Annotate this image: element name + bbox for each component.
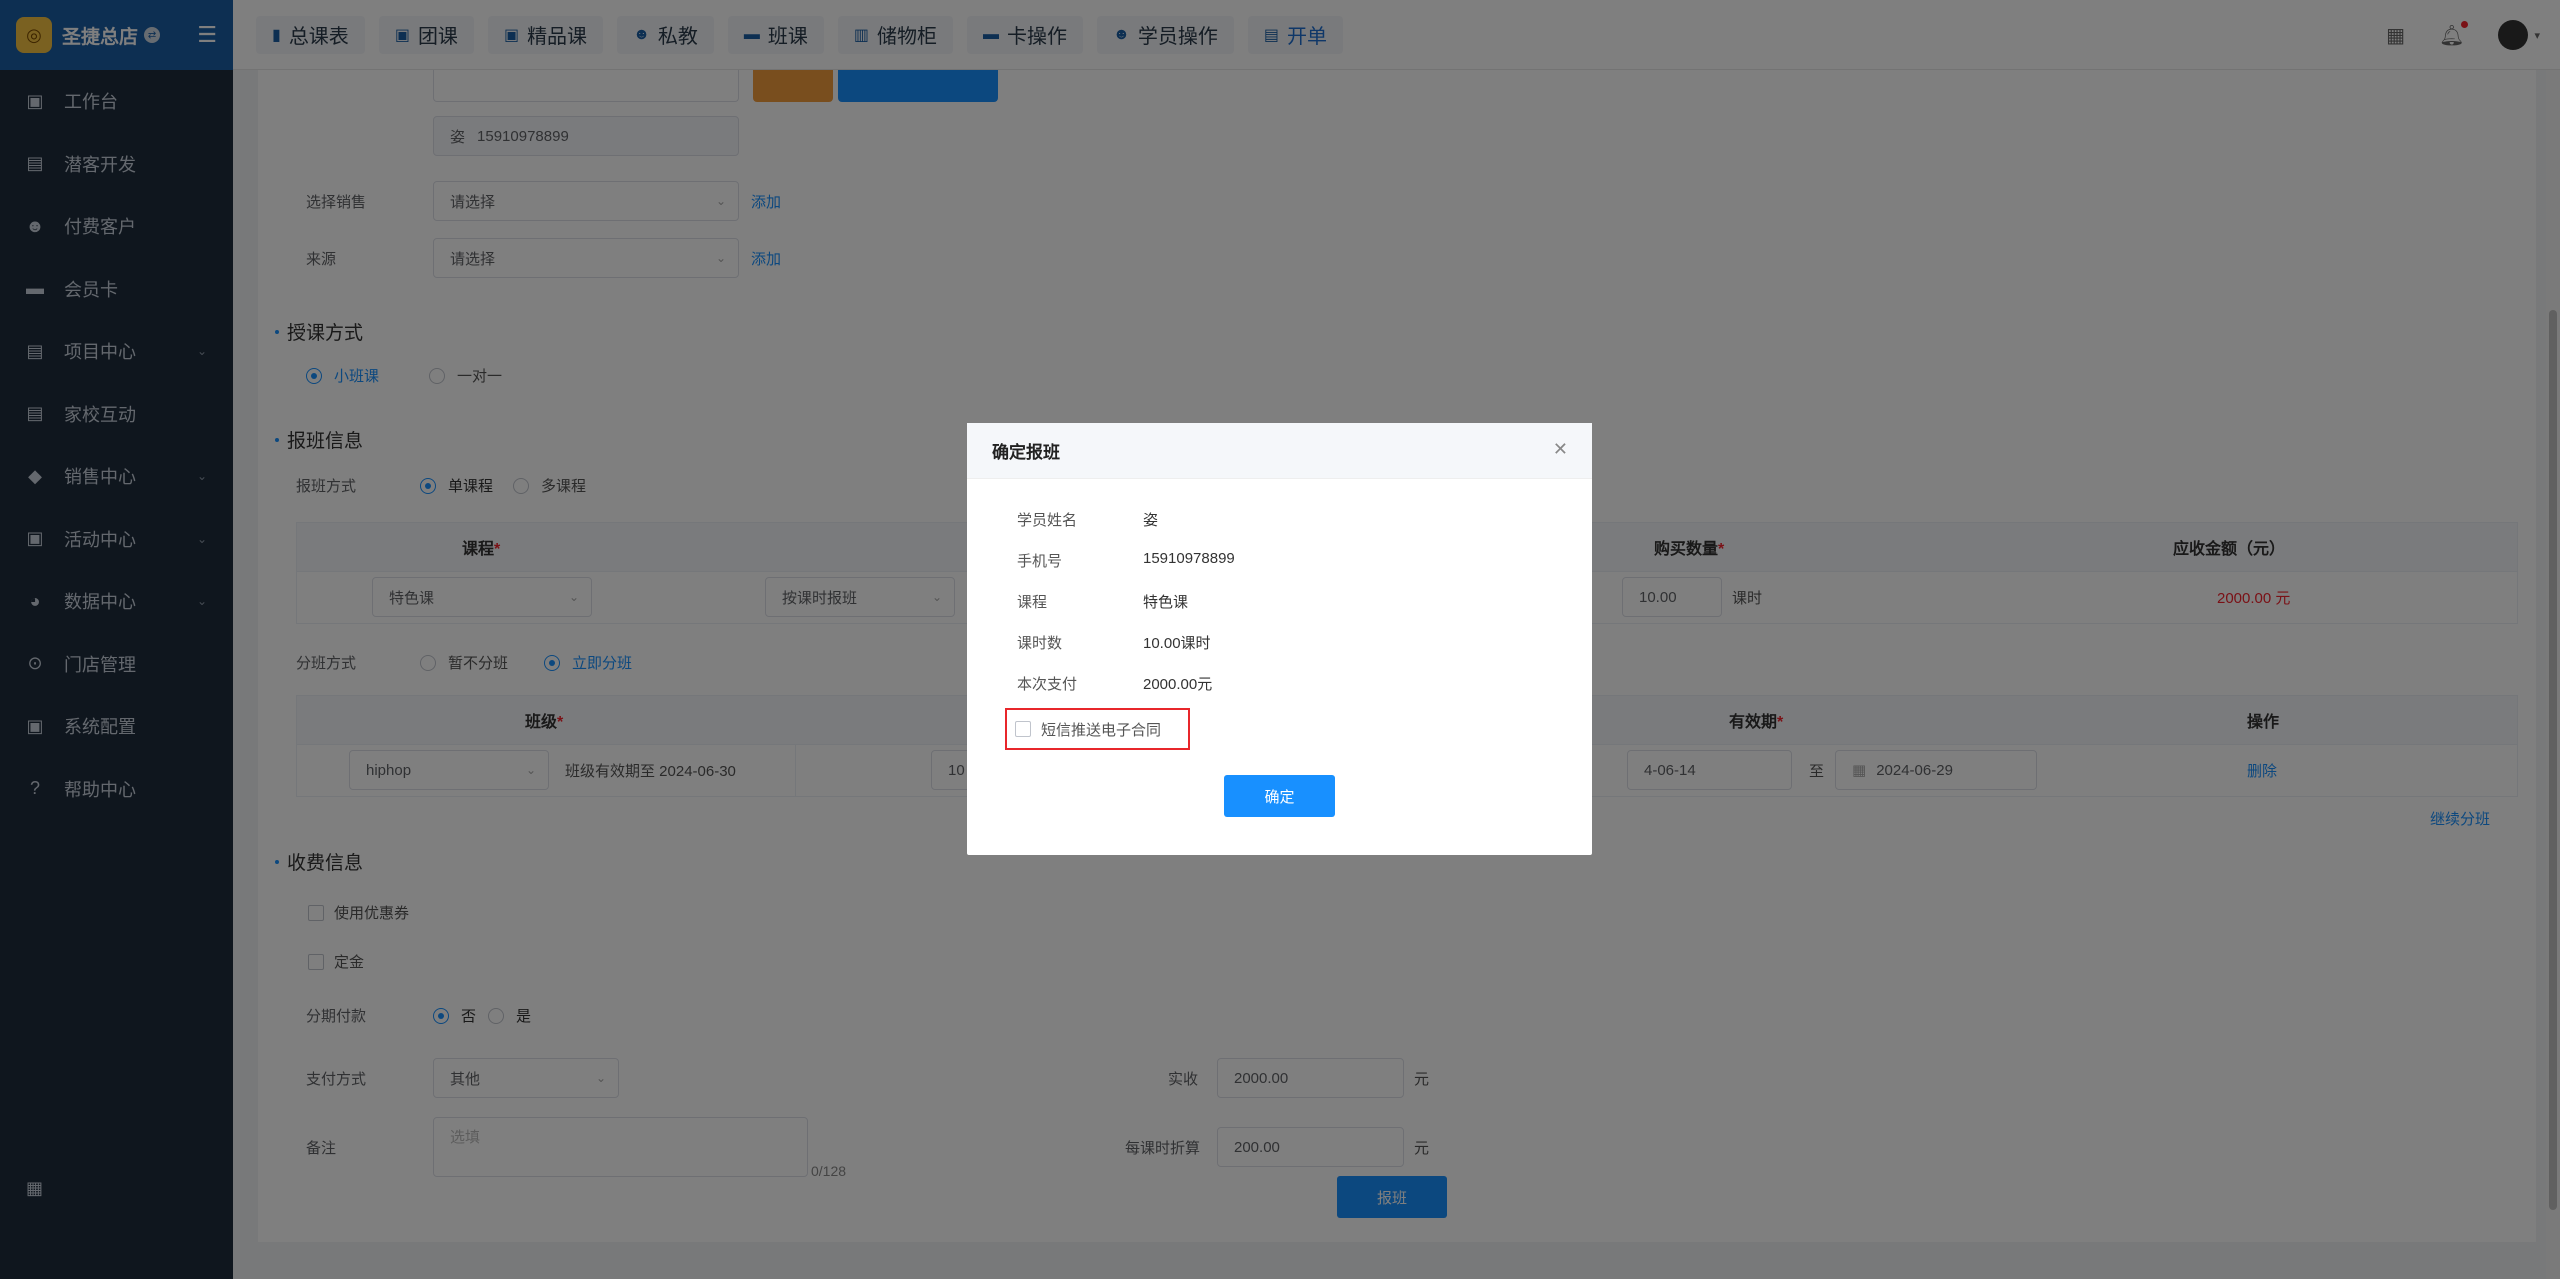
dialog-info-value: 特色课 [1143, 594, 1189, 611]
confirm-button[interactable]: 确定 [1224, 775, 1335, 817]
dialog-info-value: 2000.00元 [1143, 676, 1213, 693]
sms-contract-checkbox-highlight[interactable]: 短信推送电子合同 [1005, 708, 1190, 750]
dialog-info-key: 学员姓名 [1017, 512, 1078, 529]
dialog-header: 确定报班 [967, 423, 1592, 479]
dialog-info-row: 学员姓名 姿 [1017, 509, 1158, 530]
dialog-info-value: 姿 [1143, 512, 1159, 529]
sms-contract-checkbox[interactable] [1015, 721, 1031, 737]
dialog-info-key: 课时数 [1017, 635, 1063, 652]
close-icon[interactable]: ✕ [1553, 439, 1568, 460]
dialog-info-row: 本次支付 2000.00元 [1017, 673, 1212, 694]
dialog-info-key: 课程 [1017, 594, 1048, 611]
dialog-info-key: 本次支付 [1017, 676, 1078, 693]
dialog-info-value: 10.00课时 [1143, 635, 1211, 652]
dialog-info-row: 课时数 10.00课时 [1017, 632, 1211, 653]
dialog-info-key: 手机号 [1017, 553, 1063, 570]
dialog-info-row: 手机号 15910978899 [1017, 550, 1235, 571]
confirm-enroll-dialog: 确定报班 ✕ 学员姓名 姿手机号 15910978899 课程 特色课课时数 10.00课… [967, 423, 1592, 855]
sms-contract-label: 短信推送电子合同 [1041, 721, 1162, 739]
dialog-title: 确定报班 [992, 443, 1060, 462]
dialog-info-value: 15910978899 [1143, 550, 1235, 567]
dialog-info-row: 课程 特色课 [1017, 591, 1188, 612]
